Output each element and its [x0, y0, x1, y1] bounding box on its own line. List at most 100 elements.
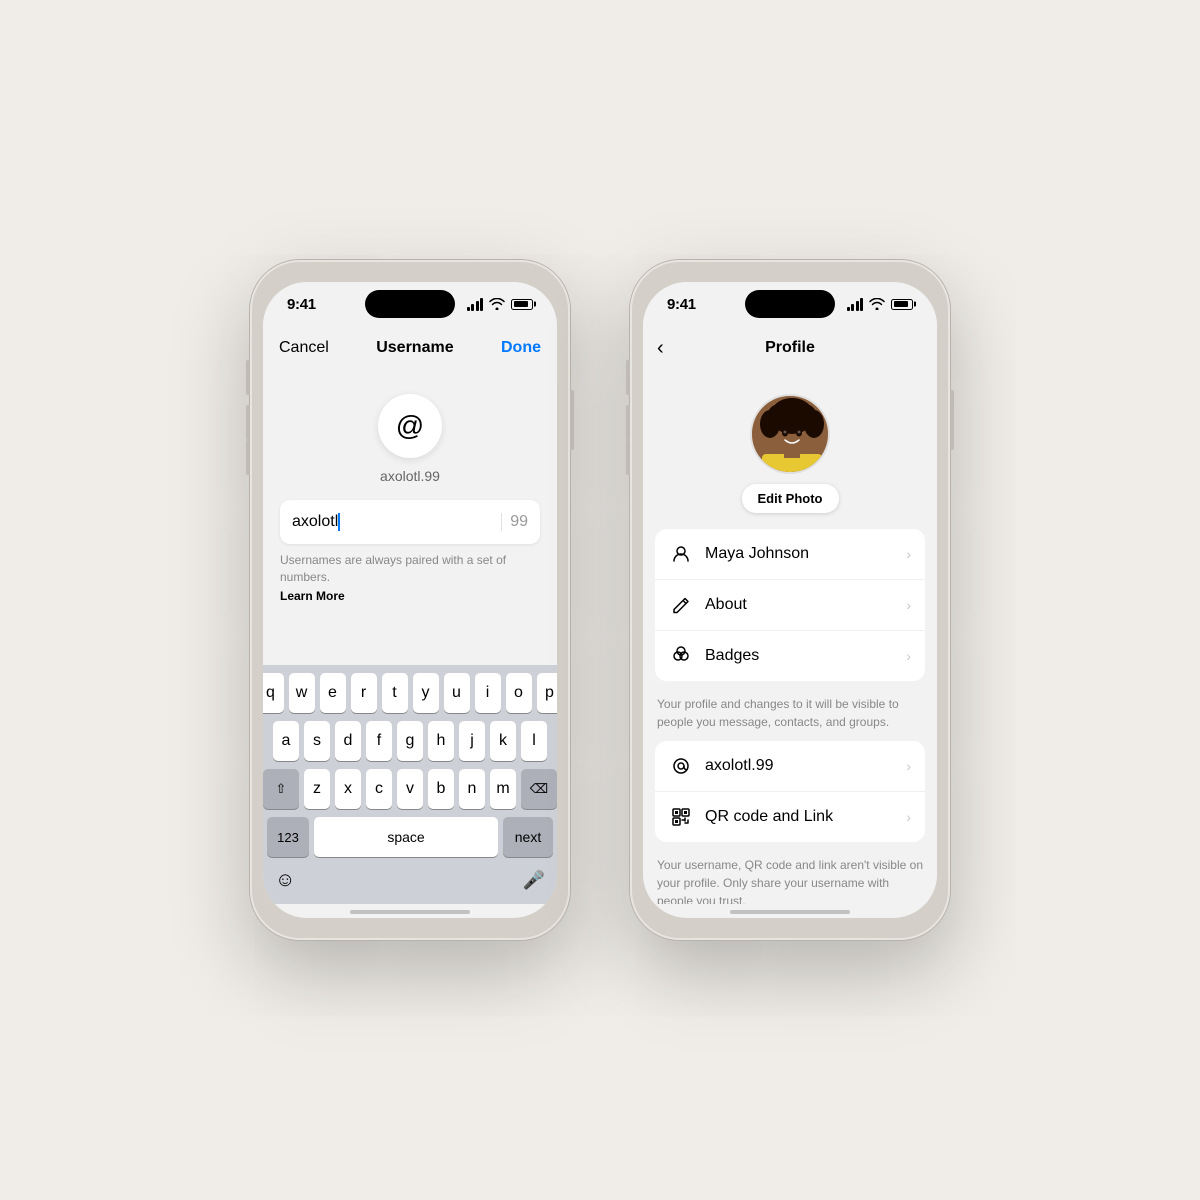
key-b[interactable]: b	[428, 769, 454, 809]
username-list: axolotl.99 ›	[655, 741, 925, 842]
key-v[interactable]: v	[397, 769, 423, 809]
keyboard-row-1: q w e r t y u i o p	[267, 673, 553, 713]
key-u[interactable]: u	[444, 673, 470, 713]
status-icons-1	[467, 298, 534, 311]
emoji-key[interactable]: ☺	[275, 869, 295, 892]
signal-icon-2	[847, 298, 864, 311]
key-r[interactable]: r	[351, 673, 377, 713]
keyboard-row-4: 123 space next	[267, 817, 553, 857]
screen-username: 9:41	[263, 282, 557, 918]
key-a[interactable]: a	[273, 721, 299, 761]
home-indicator-1	[350, 910, 470, 914]
at-icon-circle: @	[378, 394, 442, 458]
key-o[interactable]: o	[506, 673, 532, 713]
key-c[interactable]: c	[366, 769, 392, 809]
username-content: @ axolotl.99 axolotl 99 Usernames are al…	[263, 370, 557, 665]
profile-nav-title: Profile	[765, 339, 815, 357]
key-q[interactable]: q	[263, 673, 284, 713]
chevron-name: ›	[906, 546, 911, 562]
status-time-2: 9:41	[667, 296, 696, 313]
battery-icon	[511, 299, 533, 310]
screen-profile: 9:41	[643, 282, 937, 918]
dynamic-island	[365, 290, 455, 318]
username-display: axolotl.99	[380, 468, 440, 484]
username-navbar: Cancel Username Done	[263, 326, 557, 370]
avatar	[750, 394, 830, 474]
home-indicator-2	[730, 910, 850, 914]
username-section-footer: Your username, QR code and link aren't v…	[643, 850, 937, 904]
next-key[interactable]: next	[503, 817, 553, 857]
badges-icon	[669, 644, 693, 668]
delete-key[interactable]: ⌫	[521, 769, 557, 809]
username-input[interactable]: axolotl	[292, 513, 493, 531]
back-button[interactable]: ‹	[657, 337, 664, 360]
pencil-icon	[669, 593, 693, 617]
shift-key[interactable]: ⇧	[263, 769, 299, 809]
key-l[interactable]: l	[521, 721, 547, 761]
key-h[interactable]: h	[428, 721, 454, 761]
profile-photo-section: Edit Photo	[643, 370, 937, 529]
username-nav-title: Username	[376, 339, 453, 357]
text-cursor	[338, 513, 340, 531]
status-icons-2	[847, 298, 914, 311]
key-i[interactable]: i	[475, 673, 501, 713]
dynamic-island-2	[745, 290, 835, 318]
key-y[interactable]: y	[413, 673, 439, 713]
space-key[interactable]: space	[314, 817, 498, 857]
chevron-qr: ›	[906, 809, 911, 825]
keyboard[interactable]: q w e r t y u i o p a s d f g h j k	[263, 665, 557, 904]
phone-username: 9:41	[250, 260, 570, 940]
edit-photo-button[interactable]: Edit Photo	[742, 484, 839, 513]
badges-list-item[interactable]: Badges ›	[655, 631, 925, 681]
username-input-row[interactable]: axolotl 99	[280, 500, 540, 544]
username-input-value: axolotl	[292, 513, 338, 530]
phone-profile: 9:41	[630, 260, 950, 940]
about-list-item[interactable]: About ›	[655, 580, 925, 631]
wifi-icon-2	[869, 298, 885, 310]
cancel-button[interactable]: Cancel	[279, 339, 329, 357]
person-icon	[669, 542, 693, 566]
key-x[interactable]: x	[335, 769, 361, 809]
about-label: About	[705, 596, 906, 614]
done-button[interactable]: Done	[501, 339, 541, 357]
keyboard-row-2: a s d f g h j k l	[267, 721, 553, 761]
numbers-key[interactable]: 123	[267, 817, 309, 857]
username-hint-section: Usernames are always paired with a set o…	[280, 552, 540, 604]
at-symbol-icon: @	[396, 410, 424, 442]
key-w[interactable]: w	[289, 673, 315, 713]
key-d[interactable]: d	[335, 721, 361, 761]
key-z[interactable]: z	[304, 769, 330, 809]
key-k[interactable]: k	[490, 721, 516, 761]
status-time-1: 9:41	[287, 296, 316, 313]
signal-icon	[467, 298, 484, 311]
username-label: axolotl.99	[705, 757, 906, 775]
key-s[interactable]: s	[304, 721, 330, 761]
battery-icon-2	[891, 299, 913, 310]
keyboard-bottom-row: ☺ 🎤	[267, 865, 553, 900]
key-f[interactable]: f	[366, 721, 392, 761]
qr-label: QR code and Link	[705, 808, 906, 826]
key-n[interactable]: n	[459, 769, 485, 809]
key-j[interactable]: j	[459, 721, 485, 761]
key-p[interactable]: p	[537, 673, 558, 713]
chevron-username: ›	[906, 758, 911, 774]
mic-key[interactable]: 🎤	[523, 870, 545, 891]
wifi-icon	[489, 298, 505, 310]
key-t[interactable]: t	[382, 673, 408, 713]
key-m[interactable]: m	[490, 769, 516, 809]
username-hint-text: Usernames are always paired with a set o…	[280, 553, 506, 584]
key-g[interactable]: g	[397, 721, 423, 761]
qr-list-item[interactable]: QR code and Link ›	[655, 792, 925, 842]
badges-label: Badges	[705, 647, 906, 665]
profile-info-list: Maya Johnson › About ›	[655, 529, 925, 681]
chevron-about: ›	[906, 597, 911, 613]
at-icon	[669, 754, 693, 778]
profile-content: Edit Photo Maya Johnson ›	[643, 370, 937, 904]
chevron-badges: ›	[906, 648, 911, 664]
qr-icon	[669, 805, 693, 829]
profile-section-footer: Your profile and changes to it will be v…	[643, 689, 937, 741]
name-list-item[interactable]: Maya Johnson ›	[655, 529, 925, 580]
learn-more-link[interactable]: Learn More	[280, 588, 540, 605]
username-list-item[interactable]: axolotl.99 ›	[655, 741, 925, 792]
key-e[interactable]: e	[320, 673, 346, 713]
